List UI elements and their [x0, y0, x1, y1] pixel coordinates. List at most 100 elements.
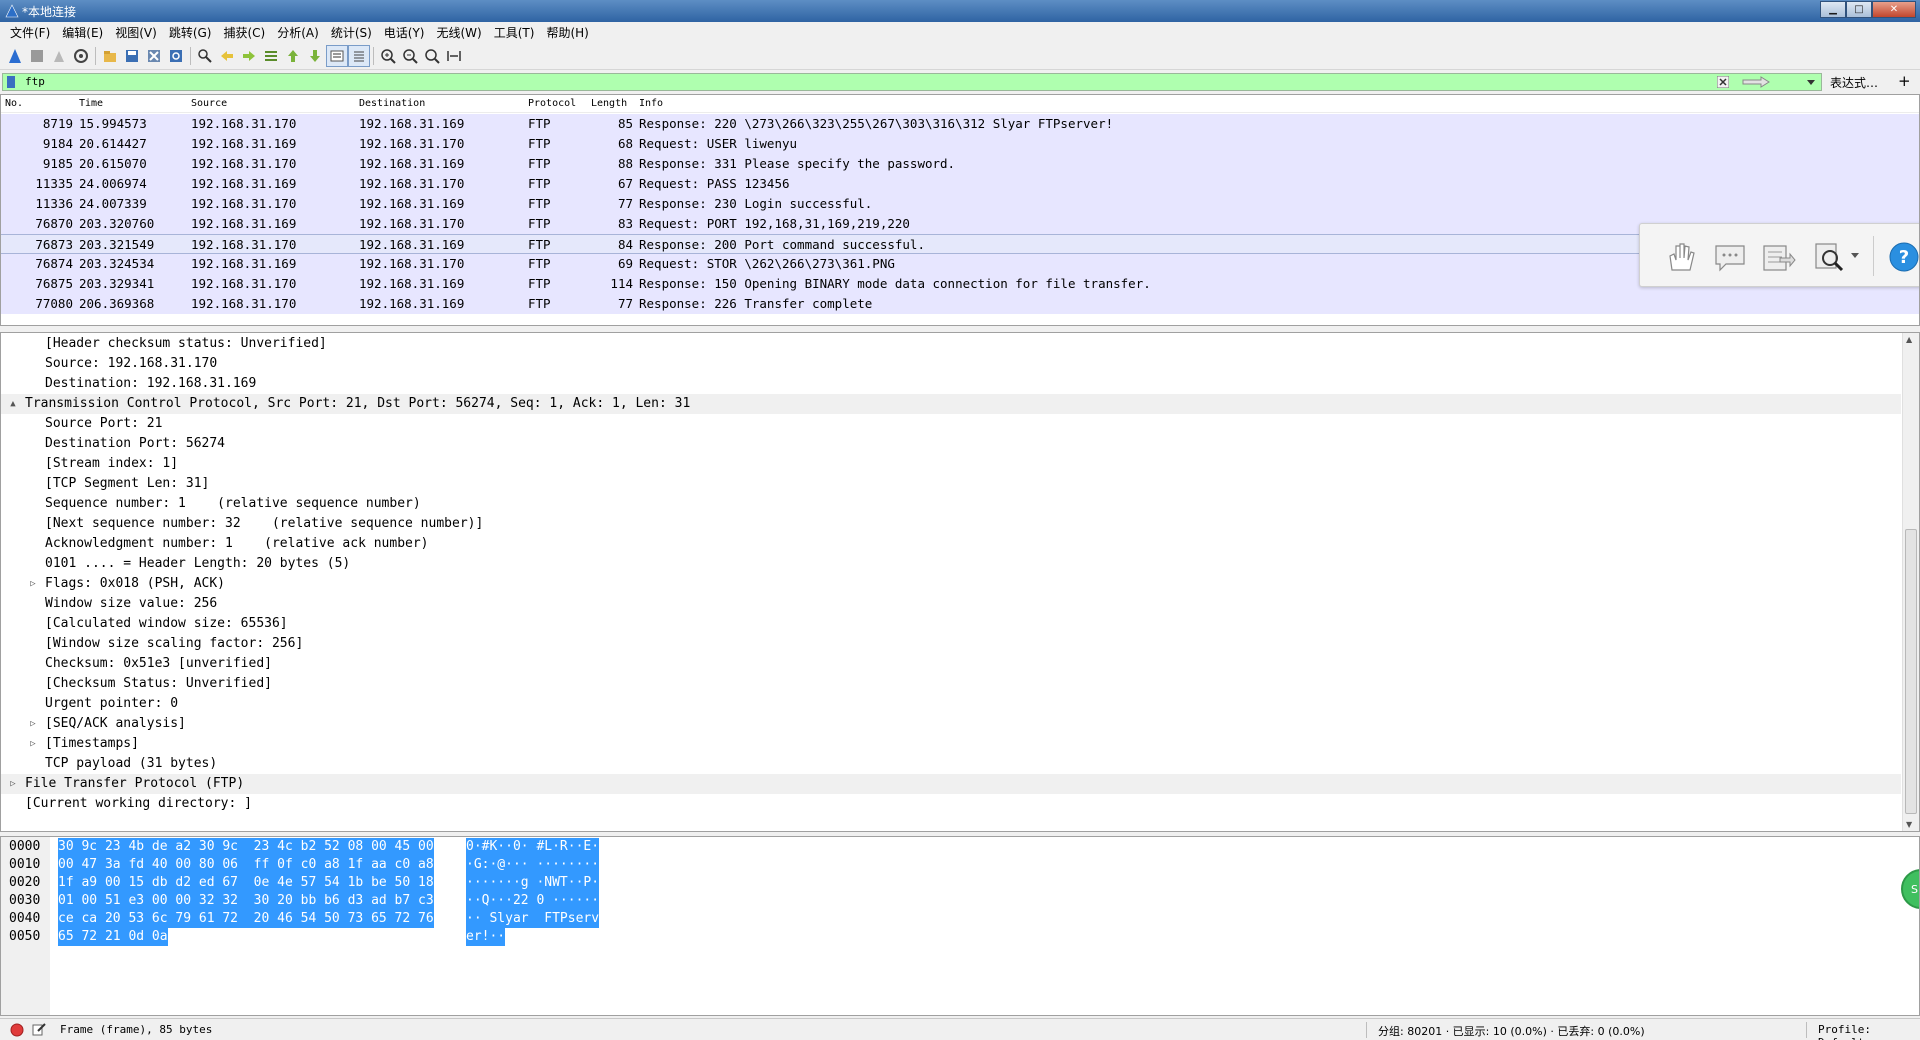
stop-capture-icon[interactable]	[26, 45, 48, 67]
search-icon[interactable]	[1812, 240, 1848, 274]
expression-button[interactable]: 表达式…	[1830, 74, 1878, 91]
detail-field-row[interactable]: [Calculated window size: 65536]	[1, 614, 1901, 634]
close-file-icon[interactable]	[143, 45, 165, 67]
comment-icon[interactable]	[1712, 240, 1748, 274]
packet-row[interactable]: 9184 20.614427 192.168.31.169 192.168.31.17…	[1, 134, 1919, 154]
detail-section-row[interactable]: ▷ File Transfer Protocol (FTP)	[1, 774, 1901, 794]
col-header-protocol[interactable]: Protocol	[528, 98, 576, 109]
packet-row[interactable]: 8719 15.994573 192.168.31.170 192.168.31.16…	[1, 114, 1919, 134]
last-packet-icon[interactable]	[304, 45, 326, 67]
expert-info-icon[interactable]	[10, 1023, 24, 1037]
bytes-row[interactable]: 0020 1f a9 00 15 db d2 ed 67 0e 4e 57 54 …	[1, 874, 1901, 892]
detail-section-row[interactable]: ▲ Transmission Control Protocol, Src Port…	[1, 394, 1901, 414]
col-header-no[interactable]: No.	[5, 98, 23, 109]
detail-field-row[interactable]: TCP payload (31 bytes)	[1, 754, 1901, 774]
add-filter-button[interactable]: +	[1898, 72, 1911, 90]
packet-row[interactable]: 76870 203.320760 192.168.31.169 192.168.31.…	[1, 214, 1919, 234]
restart-capture-icon[interactable]	[48, 45, 70, 67]
go-forward-icon[interactable]	[238, 45, 260, 67]
bytes-row[interactable]: 0040 ce ca 20 53 6c 79 61 72 20 46 54 50 …	[1, 910, 1901, 928]
zoom-normal-icon[interactable]	[421, 45, 443, 67]
expand-arrow-icon[interactable]: ▷	[27, 734, 39, 754]
filter-history-dropdown-icon[interactable]	[1805, 75, 1817, 89]
detail-field-row[interactable]: Destination Port: 56274	[1, 434, 1901, 454]
detail-field-row[interactable]: [TCP Segment Len: 31]	[1, 474, 1901, 494]
detail-field-row[interactable]: [Current working directory: ]	[1, 794, 1901, 814]
save-file-icon[interactable]	[121, 45, 143, 67]
hand-icon[interactable]	[1662, 240, 1698, 274]
bytes-row[interactable]: 0050 65 72 21 0d 0a er!··	[1, 928, 1901, 946]
minimize-button[interactable]: ▁	[1820, 1, 1846, 18]
detail-field-row[interactable]: [Header checksum status: Unverified]	[1, 334, 1901, 354]
apply-filter-icon[interactable]	[1741, 75, 1771, 89]
details-scrollbar[interactable]: ▲ ▼	[1902, 333, 1919, 831]
detail-field-row[interactable]: [Checksum Status: Unverified]	[1, 674, 1901, 694]
edit-comment-icon[interactable]	[32, 1022, 46, 1036]
bookmark-icon[interactable]	[5, 76, 17, 88]
first-packet-icon[interactable]	[282, 45, 304, 67]
packet-row[interactable]: 11336 24.007339 192.168.31.170 192.168.31.1…	[1, 194, 1919, 214]
expand-arrow-icon[interactable]: ▷	[7, 774, 19, 794]
detail-field-row[interactable]: Source: 192.168.31.170	[1, 354, 1901, 374]
zoom-in-icon[interactable]	[377, 45, 399, 67]
bytes-row[interactable]: 0000 30 9c 23 4b de a2 30 9c 23 4c b2 52 …	[1, 838, 1901, 856]
menu-telephony[interactable]: 电话(Y)	[378, 24, 431, 41]
detail-field-row[interactable]: 0101 .... = Header Length: 20 bytes (5)	[1, 554, 1901, 574]
detail-field-row[interactable]: ▷ [SEQ/ACK analysis]	[1, 714, 1901, 734]
packet-row[interactable]: 77080 206.369368 192.168.31.170 192.168.31.…	[1, 294, 1919, 314]
packet-row[interactable]: 76873 203.321549 192.168.31.170 192.168.31.…	[1, 234, 1919, 254]
go-to-packet-icon[interactable]	[260, 45, 282, 67]
export-icon[interactable]	[1760, 240, 1796, 274]
packet-row[interactable]: 9185 20.615070 192.168.31.170 192.168.31.16…	[1, 154, 1919, 174]
reload-file-icon[interactable]	[165, 45, 187, 67]
col-header-source[interactable]: Source	[191, 98, 227, 109]
col-header-length[interactable]: Length	[591, 98, 627, 109]
expand-arrow-icon[interactable]: ▷	[27, 574, 39, 594]
detail-field-row[interactable]: ▷ [Timestamps]	[1, 734, 1901, 754]
autoscroll-icon[interactable]	[326, 45, 348, 67]
menu-go[interactable]: 跳转(G)	[163, 24, 218, 41]
help-icon[interactable]: ?	[1886, 240, 1920, 274]
zoom-out-icon[interactable]	[399, 45, 421, 67]
menu-capture[interactable]: 捕获(C)	[217, 24, 271, 41]
col-header-info[interactable]: Info	[639, 98, 663, 109]
status-profile[interactable]: Profile: Default	[1818, 1023, 1920, 1040]
menu-help[interactable]: 帮助(H)	[540, 24, 594, 41]
expand-arrow-icon[interactable]: ▷	[27, 714, 39, 734]
detail-field-row[interactable]: Destination: 192.168.31.169	[1, 374, 1901, 394]
collapse-arrow-icon[interactable]: ▲	[7, 394, 19, 414]
go-back-icon[interactable]	[216, 45, 238, 67]
detail-field-row[interactable]: Source Port: 21	[1, 414, 1901, 434]
detail-field-row[interactable]: Checksum: 0x51e3 [unverified]	[1, 654, 1901, 674]
col-header-time[interactable]: Time	[79, 98, 103, 109]
menu-view[interactable]: 视图(V)	[109, 24, 163, 41]
close-button[interactable]: ✕	[1872, 1, 1916, 18]
detail-field-row[interactable]: Urgent pointer: 0	[1, 694, 1901, 714]
detail-field-row[interactable]: [Window size scaling factor: 256]	[1, 634, 1901, 654]
scroll-down-icon[interactable]: ▼	[1906, 820, 1912, 829]
colorize-icon[interactable]	[348, 45, 370, 67]
scroll-thumb[interactable]	[1905, 529, 1917, 814]
menu-wireless[interactable]: 无线(W)	[431, 24, 488, 41]
detail-field-row[interactable]: [Next sequence number: 32 (relative sequ…	[1, 514, 1901, 534]
resize-columns-icon[interactable]	[443, 45, 465, 67]
bytes-row[interactable]: 0010 00 47 3a fd 40 00 80 06 ff 0f c0 a8 …	[1, 856, 1901, 874]
bytes-row[interactable]: 0030 01 00 51 e3 00 00 32 32 30 20 bb b6 …	[1, 892, 1901, 910]
menu-tools[interactable]: 工具(T)	[488, 24, 541, 41]
packet-row[interactable]: 76875 203.329341 192.168.31.170 192.168.31.…	[1, 274, 1919, 294]
menu-analyze[interactable]: 分析(A)	[271, 24, 325, 41]
detail-field-row[interactable]: [Stream index: 1]	[1, 454, 1901, 474]
packet-row[interactable]: 11335 24.006974 192.168.31.169 192.168.31.1…	[1, 174, 1919, 194]
detail-field-row[interactable]: ▷ Flags: 0x018 (PSH, ACK)	[1, 574, 1901, 594]
capture-options-icon[interactable]	[70, 45, 92, 67]
detail-field-row[interactable]: Acknowledgment number: 1 (relative ack n…	[1, 534, 1901, 554]
chevron-down-icon[interactable]	[1850, 252, 1860, 260]
open-file-icon[interactable]	[99, 45, 121, 67]
scroll-up-icon[interactable]: ▲	[1906, 335, 1912, 344]
floating-side-tab[interactable]: Si	[1901, 869, 1919, 909]
find-packet-icon[interactable]	[194, 45, 216, 67]
detail-field-row[interactable]: Sequence number: 1 (relative sequence nu…	[1, 494, 1901, 514]
menu-statistics[interactable]: 统计(S)	[325, 24, 378, 41]
display-filter-input[interactable]	[25, 74, 1755, 90]
start-capture-icon[interactable]	[4, 45, 26, 67]
